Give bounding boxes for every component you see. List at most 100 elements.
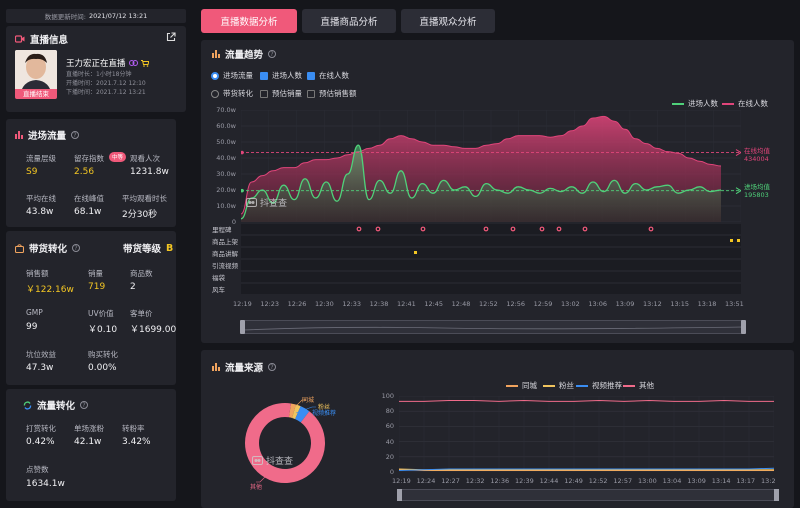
metric-value: 42.1w xyxy=(74,437,102,447)
x-tick-label: 12:30 xyxy=(315,300,334,308)
metric-label: 在线峰值 xyxy=(74,194,104,203)
help-icon[interactable]: ? xyxy=(72,244,81,252)
donut-watermark: 抖查查 xyxy=(252,454,293,467)
event-timeline[interactable] xyxy=(241,222,741,296)
zoom-handle-right[interactable] xyxy=(741,320,746,334)
help-icon[interactable]: ? xyxy=(268,363,277,371)
y-tick-label: 20.0w xyxy=(216,186,236,194)
legend-other[interactable]: 其他 xyxy=(623,380,654,391)
option-est-revenue[interactable]: 预估销售额 xyxy=(307,88,357,99)
update-time-value: 2021/07/12 13:21 xyxy=(88,12,148,20)
metric-label: 转粉率 xyxy=(122,424,145,433)
metric-value: S9 xyxy=(26,167,38,177)
metric-value: 2.56 xyxy=(74,167,95,177)
metric-label: 点赞数 xyxy=(26,465,49,474)
x-tick-label: 12:44 xyxy=(539,477,559,485)
y-tick-label: 50.0w xyxy=(216,138,236,146)
source-title: 流量来源? xyxy=(212,360,277,374)
metric-label: GMP xyxy=(26,308,43,317)
status-badge: 直播结束 xyxy=(15,89,57,99)
metric-label: 销量 xyxy=(88,269,103,278)
metric-value: 719 xyxy=(88,282,106,292)
update-time-bar: 数据更新时间: 2021/07/12 13:21 xyxy=(6,9,186,23)
x-tick-label: 13:06 xyxy=(588,300,608,308)
metric-value: 2 xyxy=(130,282,136,292)
x-tick-label: 13:17 xyxy=(736,477,756,485)
tab-live-products[interactable]: 直播商品分析 xyxy=(302,9,396,33)
metric-label: 客单价 xyxy=(130,309,153,318)
donut-label-video: 视频推荐 xyxy=(312,410,337,417)
legend-line-icon xyxy=(576,384,588,387)
donut-label-local: 同城 xyxy=(302,397,315,404)
event-row-bg xyxy=(241,260,741,270)
product-listing-mark xyxy=(730,239,733,242)
zoom-handle-right[interactable] xyxy=(774,489,779,501)
legend-video[interactable]: 视频推荐 xyxy=(576,380,622,391)
product-listing-mark xyxy=(737,239,740,242)
legend-enter[interactable]: 进场人数 xyxy=(672,98,718,109)
event-row-label: 商品讲解 xyxy=(212,250,238,258)
metric-label: UV价值 xyxy=(88,309,114,318)
y-tick-label: 70.0w xyxy=(216,106,236,114)
x-tick-label: 13:15 xyxy=(670,300,690,308)
shopping-bag-icon xyxy=(15,243,24,253)
trend-zoom-slider[interactable] xyxy=(240,320,746,334)
x-tick-label: 13:00 xyxy=(638,477,657,485)
option-sales-conversion[interactable]: 带货转化 xyxy=(211,88,253,99)
video-camera-icon xyxy=(15,35,25,43)
option-enter-count[interactable]: 进场人数 xyxy=(260,70,302,81)
metric-label: 留存指数 xyxy=(74,154,104,163)
metric-value: 0.00% xyxy=(88,363,117,373)
metric-value: ￥0.10 xyxy=(88,325,118,335)
option-online-count[interactable]: 在线人数 xyxy=(307,70,349,81)
x-tick-label: 12:19 xyxy=(233,300,252,308)
legend-line-icon xyxy=(672,102,684,105)
metric-label: 平均观看时长 xyxy=(122,194,167,203)
y-tick-label: 60.0w xyxy=(216,122,236,130)
radio-empty-icon xyxy=(211,89,219,98)
legend-online[interactable]: 在线人数 xyxy=(722,98,768,109)
help-icon[interactable]: ? xyxy=(71,131,80,139)
zoom-handle-left[interactable] xyxy=(240,320,245,334)
help-icon[interactable]: ? xyxy=(268,50,277,58)
x-tick-label: 13:02 xyxy=(561,300,580,308)
option-enter-traffic[interactable]: 进场流量 xyxy=(211,70,253,81)
metric-value: 68.1w xyxy=(74,207,102,217)
tab-live-data[interactable]: 直播数据分析 xyxy=(201,9,297,33)
tab-live-audience[interactable]: 直播观众分析 xyxy=(401,9,495,33)
y-tick-label: 80 xyxy=(385,407,394,416)
x-tick-label: 12:48 xyxy=(451,300,471,308)
source-zoom-slider[interactable] xyxy=(397,489,779,501)
external-link-icon[interactable] xyxy=(166,32,176,42)
event-row-bg xyxy=(241,272,741,282)
product-explain-mark xyxy=(414,251,417,254)
x-tick-label: 12:27 xyxy=(441,477,460,485)
donut-label-other: 其他 xyxy=(250,484,263,491)
update-time-label: 数据更新时间: xyxy=(44,13,86,21)
metric-label: 单场涨粉 xyxy=(74,424,104,433)
x-tick-label: 13:09 xyxy=(687,477,706,485)
trend-title: 流量趋势? xyxy=(212,47,277,61)
metric-label: 观看人次 xyxy=(130,154,160,163)
metric-label: 流量层级 xyxy=(26,154,56,163)
zoom-handle-left[interactable] xyxy=(397,489,402,501)
x-tick-label: 12:45 xyxy=(424,300,444,308)
trend-chart[interactable] xyxy=(241,110,741,222)
legend-line-icon xyxy=(543,384,555,387)
checkbox-checked-icon xyxy=(260,71,268,80)
legend-local[interactable]: 同城 xyxy=(506,380,537,391)
x-tick-label: 12:26 xyxy=(287,300,307,308)
option-est-sales[interactable]: 预估销量 xyxy=(260,88,302,99)
metric-label: 坑位效益 xyxy=(26,350,56,359)
y-tick-label: 60 xyxy=(385,422,394,431)
help-icon[interactable]: ? xyxy=(80,401,89,409)
online-mean-label: 在线均值 434004 xyxy=(744,147,770,163)
legend-fans[interactable]: 粉丝 xyxy=(543,380,574,391)
x-tick-label: 12:33 xyxy=(342,300,362,308)
metric-label: 销售额 xyxy=(26,269,49,278)
x-tick-label: 12:52 xyxy=(588,477,608,485)
source-line-chart[interactable] xyxy=(399,396,774,472)
x-tick-label: 13:12 xyxy=(643,300,662,308)
streamer-name[interactable]: 王力宏正在直播 xyxy=(66,57,149,69)
x-tick-label: 13:2 xyxy=(761,477,776,485)
